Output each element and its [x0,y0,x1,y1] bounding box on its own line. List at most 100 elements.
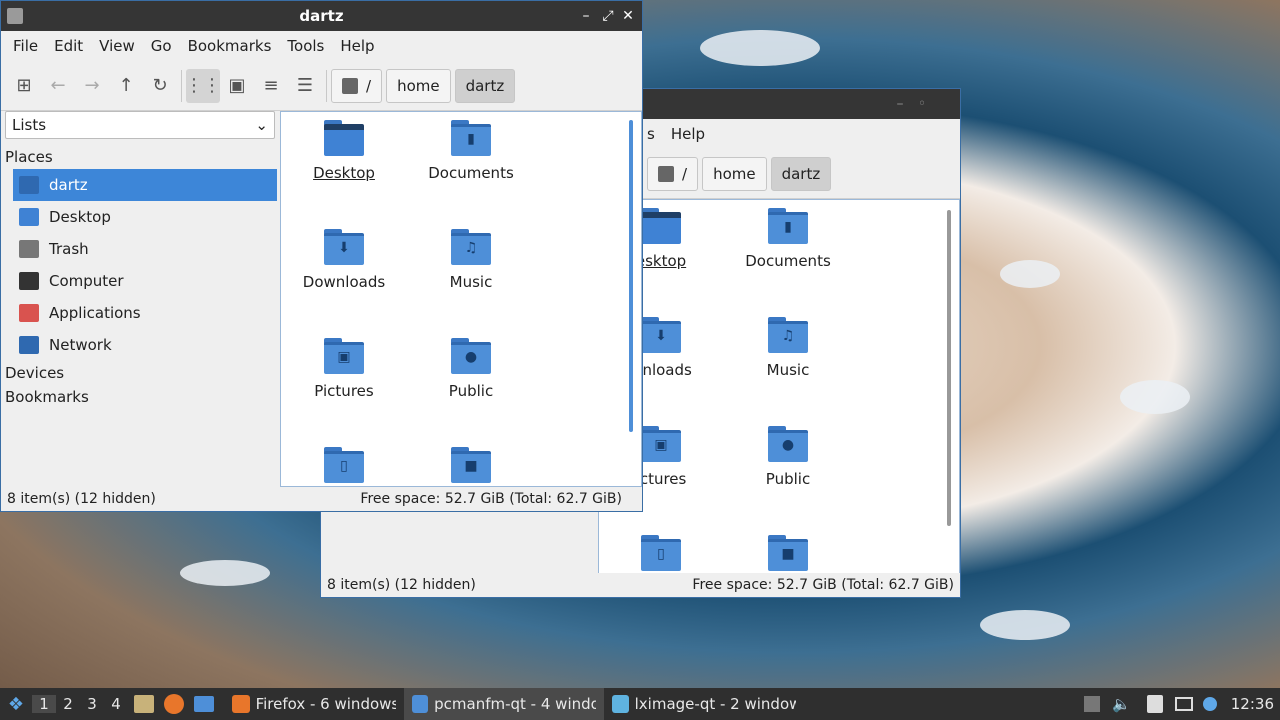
file-item-label: Documents [745,252,831,270]
menu-view[interactable]: View [91,37,143,55]
file-item-label: Music [449,273,493,291]
sidebar-item-label: dartz [49,176,88,194]
taskbar-task[interactable]: lximage-qt - 2 windows [604,688,804,720]
taskbar-task[interactable]: Firefox - 6 windows [224,688,404,720]
sidebar-mode-select[interactable]: Lists ⌄ [5,111,275,139]
maximize-button[interactable]: ⤢ [598,6,618,26]
file-manager-launcher-icon[interactable] [134,695,154,713]
sidebar-item-trash[interactable]: Trash [1,233,279,265]
folder-glyph: ▯ [657,546,665,562]
task-label: lximage-qt - 2 windows [634,695,796,713]
breadcrumb-root[interactable]: / [331,68,383,103]
task-app-icon [232,695,250,713]
devices-header[interactable]: Devices [1,361,279,385]
file-view[interactable]: Desktop ▮ Documents ⬇ Downloads ♫ Music ▣ Pictur… [280,111,642,487]
thumbnail-view-button[interactable]: ▣ [220,69,254,103]
new-tab-button[interactable]: ⊞ [7,69,41,103]
file-item[interactable]: ▮ Documents [411,120,531,182]
file-item[interactable]: ■ [728,535,848,574]
task-app-icon [412,695,429,713]
firefox-launcher-icon[interactable] [164,694,184,714]
titlebar[interactable]: dartz – ⤢ ✕ [1,1,642,31]
places-header[interactable]: Places [1,145,279,169]
folder-glyph: ♫ [781,328,795,344]
clipboard-icon[interactable] [1146,695,1163,713]
folder-icon: ■ [451,447,491,483]
breadcrumb-dartz[interactable]: dartz [454,68,516,103]
icon-view-button[interactable]: ⋮⋮ [185,68,221,103]
minimize-button[interactable]: – [890,94,910,114]
menu-edit[interactable]: Edit [46,37,91,55]
file-item[interactable]: ♫ Music [411,229,531,291]
sidebar-item-applications[interactable]: Applications [1,297,279,329]
breadcrumb-home[interactable]: home [386,68,451,103]
workspace-4[interactable]: 4 [104,695,128,713]
item-count: 8 item(s) (12 hidden) [7,491,156,507]
clock[interactable]: 12:36 [1231,695,1274,713]
file-item[interactable]: ▣ Pictures [284,338,404,400]
workspace-3[interactable]: 3 [80,695,104,713]
taskbar-task[interactable]: pcmanfm-qt - 4 windo… [404,688,604,720]
menu-file[interactable]: File [5,37,46,55]
menu-tools[interactable]: Tools [279,37,332,55]
task-label: pcmanfm-qt - 4 windo… [434,695,596,713]
file-item[interactable]: ▯ [601,535,721,574]
breadcrumb-root[interactable]: / [647,156,699,191]
folder-glyph: ♫ [464,240,478,256]
close-button[interactable]: ✕ [618,6,638,26]
plate-spot [1000,260,1060,288]
breadcrumb-home[interactable]: home [702,156,767,191]
sidebar: Lists ⌄ Places dartz Desktop Trash Computer… [1,111,279,487]
breadcrumb-label: home [397,76,440,95]
sidebar-item-computer[interactable]: Computer [1,265,279,297]
drive-icon [658,165,674,182]
minimize-button[interactable]: – [576,6,596,26]
sidebar-item-dartz[interactable]: dartz [13,169,277,201]
up-button[interactable]: ↑ [109,69,143,103]
sidebar-item-label: Network [49,336,112,354]
free-space: Free space: 52.7 GiB (Total: 62.7 GiB) [692,577,954,593]
file-view[interactable]: esktop ▮ Documents ⬇ wnloads ♫ Music ▣ ictures ● P… [598,199,960,575]
breadcrumb-dartz[interactable]: dartz [770,156,832,191]
reload-button[interactable]: ↻ [143,69,177,103]
file-item[interactable]: ● Public [411,338,531,400]
workspace-1[interactable]: 1 [32,695,56,713]
places-list: dartz Desktop Trash Computer Applications Net… [1,169,279,361]
file-item[interactable]: ■ [411,447,531,486]
sidebar-item-desktop[interactable]: Desktop [1,201,279,233]
scrollbar[interactable] [629,120,633,432]
forward-button[interactable]: → [75,69,109,103]
bookmarks-header[interactable]: Bookmarks [1,385,279,409]
volume-icon[interactable]: 🔈 [1112,695,1131,713]
file-item-label: Public [765,470,811,488]
file-item[interactable]: ▯ [284,447,404,486]
updates-icon[interactable] [1202,697,1217,711]
file-item[interactable]: ▮ Documents [728,208,848,270]
desktop-launcher-icon[interactable] [194,696,214,712]
file-item[interactable]: ♫ Music [728,317,848,379]
maximize-button[interactable]: ◦ [912,94,932,114]
scrollbar[interactable] [947,210,951,526]
workspace-2[interactable]: 2 [56,695,80,713]
breadcrumb-label: dartz [465,76,505,95]
window-title: dartz [299,7,344,25]
start-menu-icon[interactable]: ❖ [0,688,32,720]
file-item[interactable]: ● Public [728,426,848,488]
compact-view-button[interactable]: ≡ [254,69,288,103]
menu-item-help[interactable]: Help [663,125,713,143]
back-button[interactable]: ← [41,69,75,103]
file-item[interactable]: ⬇ Downloads [284,229,404,291]
tray-arrow-icon[interactable] [1084,696,1101,712]
menu-go[interactable]: Go [143,37,180,55]
desktop-icon [19,208,39,226]
detailed-list-view-button[interactable]: ☰ [288,69,322,103]
file-manager-window[interactable]: dartz – ⤢ ✕ File Edit View Go Bookmarks … [0,0,643,512]
network-tray-icon[interactable] [1174,697,1193,711]
file-item[interactable]: Desktop [284,120,404,182]
sidebar-item-network[interactable]: Network [1,329,279,361]
menu-bookmarks[interactable]: Bookmarks [180,37,280,55]
home-icon [19,176,39,194]
taskbar: ❖ 1 2 3 4 Firefox - 6 windows pcmanfm-qt … [0,688,1280,720]
folder-glyph: ▯ [340,458,348,474]
menu-help[interactable]: Help [332,37,382,55]
